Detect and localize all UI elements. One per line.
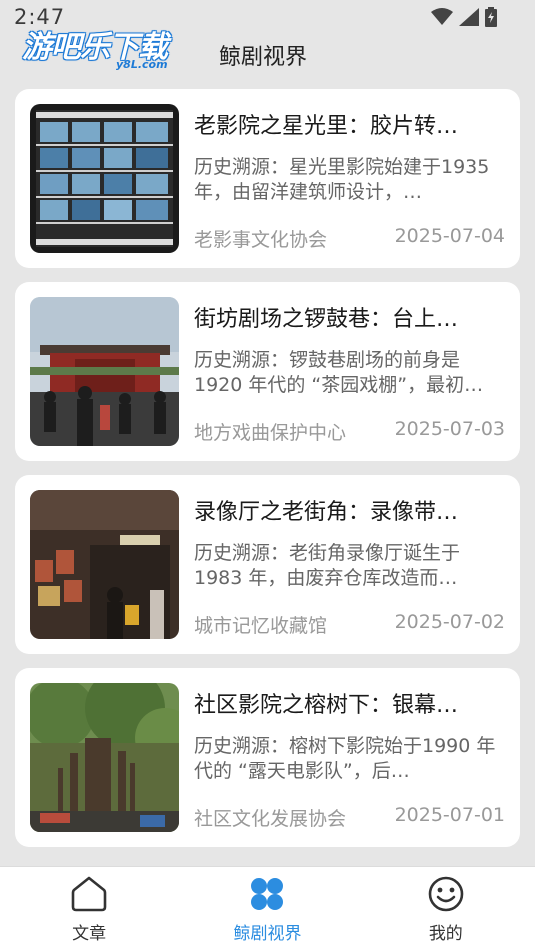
app-header: 游吧乐下载 y8L.com 鲸剧视界 bbox=[0, 30, 535, 76]
article-title: 街坊剧场之锣鼓巷：台上… bbox=[194, 307, 459, 332]
smiley-icon bbox=[428, 876, 464, 912]
watermark-sub: y8L.com bbox=[116, 58, 168, 71]
article-title: 老影院之星光里：胶片转… bbox=[194, 114, 459, 139]
article-summary: 历史溯源：锣鼓巷剧场的前身是1920 年代的 “茶园戏棚”，最初… bbox=[194, 349, 484, 396]
article-source: 地方戏曲保护中心 bbox=[194, 422, 347, 444]
article-card[interactable]: 录像厅之老街角：录像带… 历史溯源：老街角录像厅诞生于 1983 年，由废弃仓库… bbox=[15, 475, 520, 654]
banyan-tree-image bbox=[30, 683, 179, 832]
article-card[interactable]: 老影院之星光里：胶片转… 历史溯源：星光里影院始建于1935 年，由留洋建筑师设… bbox=[15, 89, 520, 268]
nav-label-profile: 我的 bbox=[428, 924, 463, 944]
signal-icon bbox=[459, 8, 479, 26]
article-list: 老影院之星光里：胶片转… 历史溯源：星光里影院始建于1935 年，由留洋建筑师设… bbox=[15, 89, 520, 861]
page-title: 鲸剧视界 bbox=[219, 45, 308, 70]
article-card[interactable]: 街坊剧场之锣鼓巷：台上… 历史溯源：锣鼓巷剧场的前身是1920 年代的 “茶园戏… bbox=[15, 282, 520, 461]
nav-item-discover[interactable]: 鲸剧视界 bbox=[178, 867, 356, 951]
article-title: 社区影院之榕树下：银幕… bbox=[194, 693, 459, 718]
article-date: 2025-07-04 bbox=[394, 225, 505, 247]
article-date: 2025-07-01 bbox=[394, 804, 505, 826]
bottom-nav: 文章 鲸剧视界 我的 bbox=[0, 866, 535, 951]
article-summary: 历史溯源：老街角录像厅诞生于 1983 年，由废弃仓库改造而… bbox=[194, 542, 461, 589]
battery-icon bbox=[485, 7, 497, 27]
home-icon bbox=[71, 876, 107, 912]
film-strip-image bbox=[30, 104, 179, 253]
wifi-icon bbox=[431, 8, 453, 25]
article-title: 录像厅之老街角：录像带… bbox=[194, 500, 459, 525]
app-screen: 2:47 游吧乐下载 y8L.com 鲸剧视界 老影院之星光里：胶片转… 历史溯… bbox=[0, 0, 535, 951]
nav-label-articles: 文章 bbox=[72, 924, 107, 944]
article-card[interactable]: 社区影院之榕树下：银幕… 历史溯源：榕树下影院始于1990 年代的 “露天电影队… bbox=[15, 668, 520, 847]
article-summary: 历史溯源：榕树下影院始于1990 年代的 “露天电影队”，后… bbox=[194, 735, 496, 782]
street-crowd-image bbox=[30, 297, 179, 446]
status-icons bbox=[431, 7, 497, 27]
nav-item-profile[interactable]: 我的 bbox=[357, 867, 535, 951]
watermark-logo: 游吧乐下载 y8L.com bbox=[20, 22, 190, 71]
nav-item-articles[interactable]: 文章 bbox=[0, 867, 178, 951]
video-hall-image bbox=[30, 490, 179, 639]
article-source: 城市记忆收藏馆 bbox=[194, 615, 328, 637]
nav-label-discover: 鲸剧视界 bbox=[233, 924, 302, 944]
article-date: 2025-07-02 bbox=[394, 611, 505, 633]
article-source: 老影事文化协会 bbox=[194, 229, 328, 251]
grid-icon bbox=[251, 878, 284, 910]
article-source: 社区文化发展协会 bbox=[194, 808, 347, 830]
article-summary: 历史溯源：星光里影院始建于1935 年，由留洋建筑师设计，… bbox=[194, 156, 490, 203]
article-date: 2025-07-03 bbox=[394, 418, 505, 440]
